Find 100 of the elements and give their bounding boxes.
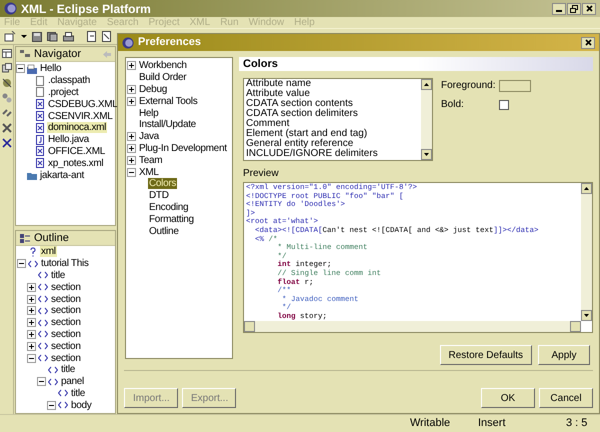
list-item[interactable]: General entity reference [246, 139, 421, 149]
expand-icon[interactable] [27, 294, 36, 304]
tree-node[interactable]: title [60, 364, 76, 376]
tree-node[interactable]: section [50, 282, 82, 293]
list-item[interactable]: CDATA section delimiters [246, 109, 421, 119]
preference-page-item[interactable]: XML [138, 166, 160, 178]
close-button[interactable] [581, 36, 595, 48]
tree-node[interactable]: body [70, 400, 92, 411]
tree-node[interactable]: section [50, 328, 82, 340]
collapse-icon[interactable] [16, 64, 25, 74]
expand-icon[interactable] [27, 342, 36, 351]
document-icon[interactable] [87, 31, 97, 42]
minimize-icon [556, 10, 562, 12]
tree-node[interactable]: section [50, 305, 82, 316]
element-icon [28, 258, 38, 269]
restore-button[interactable] [567, 2, 581, 14]
scrollbar[interactable] [581, 183, 592, 321]
tree-item[interactable]: xp_notes.xml [47, 158, 104, 169]
tree-item[interactable]: OFFICE.XML [47, 146, 106, 157]
expand-icon[interactable] [127, 144, 136, 153]
list-item[interactable]: Element (start and end tag) [246, 129, 421, 139]
preference-page-item[interactable]: Help [138, 108, 160, 119]
preference-page-item[interactable]: Build Order [138, 72, 188, 84]
preference-page-item[interactable]: Outline [148, 226, 180, 237]
panel-title: Navigator [34, 46, 82, 62]
scrollbar[interactable] [421, 79, 432, 160]
preference-page-item[interactable]: Workbench [138, 60, 188, 72]
preference-page-item[interactable]: DTD [148, 190, 170, 202]
preference-page-item[interactable]: Plug-In Development [138, 142, 228, 154]
tree-node[interactable]: section [50, 294, 82, 305]
scroll-left-button[interactable] [244, 321, 255, 332]
collapse-icon[interactable] [17, 259, 26, 268]
document-icon[interactable] [102, 31, 112, 42]
perspective-icon[interactable] [2, 49, 12, 58]
expand-icon[interactable] [127, 132, 136, 142]
preference-page-item[interactable]: Colors [148, 178, 178, 190]
tree-item[interactable]: Hello [39, 63, 62, 74]
expand-icon[interactable] [27, 282, 36, 292]
list-item[interactable]: Attribute value [246, 89, 421, 99]
save-all-icon[interactable] [47, 32, 58, 42]
print-icon[interactable] [63, 32, 74, 42]
tree-node[interactable]: section [50, 352, 82, 364]
close-button[interactable] [582, 2, 596, 14]
dropdown-arrow-icon[interactable] [21, 34, 27, 38]
tree-item[interactable]: CSDEBUG.XML [47, 98, 118, 110]
tree-node[interactable]: title [50, 270, 66, 281]
preference-page-item[interactable]: Install/Update [138, 119, 197, 130]
list-item[interactable]: CDATA section contents [246, 99, 421, 109]
preference-page-item[interactable]: Java [138, 131, 160, 142]
button[interactable]: Cancel [539, 388, 593, 408]
scroll-down-button[interactable] [581, 310, 592, 321]
project-folder-icon [27, 64, 37, 74]
expand-icon[interactable] [27, 330, 36, 339]
button[interactable]: Apply [538, 345, 590, 365]
expand-icon[interactable] [27, 318, 36, 328]
status-text: Writable [410, 416, 450, 432]
bold-checkbox[interactable] [499, 100, 509, 110]
save-icon[interactable] [32, 32, 42, 42]
scroll-up-button[interactable] [581, 183, 592, 194]
tree-item[interactable]: CSENVIR.XML [47, 110, 114, 122]
element-icon [38, 318, 48, 328]
expand-icon[interactable] [27, 306, 36, 316]
element-icon [38, 306, 48, 316]
tree-node[interactable]: xml [40, 246, 57, 258]
tree-item[interactable]: .project [47, 86, 80, 98]
button[interactable]: OK [481, 388, 535, 408]
expand-icon[interactable] [127, 96, 136, 106]
scroll-up-button[interactable] [421, 79, 432, 90]
collapse-icon[interactable] [27, 354, 36, 363]
tree-node[interactable]: panel [60, 376, 85, 388]
button[interactable]: Restore Defaults [440, 345, 532, 365]
scroll-down-button[interactable] [421, 149, 432, 160]
collapse-icon[interactable] [47, 400, 56, 410]
tree-node[interactable]: title [70, 388, 86, 399]
new-file-icon[interactable] [4, 31, 16, 42]
preference-page-item[interactable]: Team [138, 154, 164, 166]
list-item[interactable]: INCLUDE/IGNORE delimiters [246, 149, 421, 159]
preference-page-item[interactable]: Formatting [148, 214, 195, 225]
collapse-icon[interactable] [127, 168, 136, 177]
preference-page-item[interactable]: Encoding [148, 202, 190, 213]
tree-item[interactable]: dominoca.xml [47, 122, 108, 134]
expand-icon[interactable] [127, 156, 136, 165]
horizontal-scrollbar[interactable] [244, 321, 581, 332]
expand-icon[interactable] [127, 61, 136, 70]
element-icon [38, 329, 48, 340]
expand-icon[interactable] [127, 84, 136, 94]
resource-icon[interactable] [2, 63, 12, 73]
color-swatch-button[interactable] [499, 80, 531, 92]
collapse-icon[interactable] [37, 377, 46, 386]
tree-item[interactable]: .classpath [47, 75, 92, 86]
tree-node[interactable]: tutorial This [40, 258, 90, 270]
tree-node[interactable]: section [50, 340, 82, 352]
list-item[interactable]: Attribute name [246, 79, 421, 89]
preference-page-item[interactable]: Debug [138, 84, 168, 95]
minimize-button[interactable] [552, 2, 566, 14]
tree-item[interactable]: jakarta-ant [39, 170, 85, 181]
preference-page-item[interactable]: External Tools [138, 96, 198, 107]
list-item[interactable]: Comment [246, 119, 421, 129]
tree-node[interactable]: section [50, 317, 82, 328]
tree-item[interactable]: Hello.java [47, 134, 90, 146]
